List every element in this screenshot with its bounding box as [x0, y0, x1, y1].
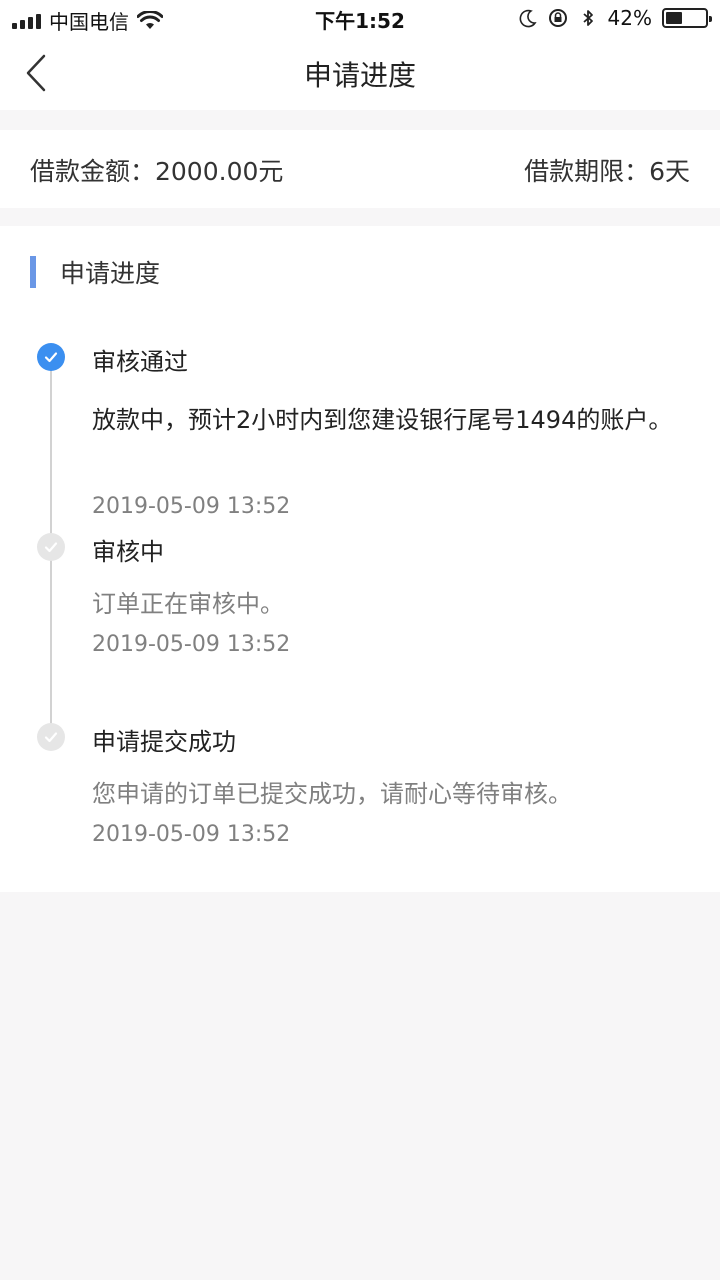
- section-title: 申请进度: [60, 259, 161, 288]
- check-icon: [44, 732, 58, 743]
- step-title: 审核中: [92, 538, 164, 566]
- check-icon: [44, 542, 58, 553]
- page-title: 申请进度: [303, 59, 416, 92]
- rotation-lock-icon: [548, 9, 567, 27]
- status-right: 42%: [518, 6, 712, 30]
- step-description: 放款中，预计2小时内到您建设银行尾号1494的账户。: [92, 406, 673, 434]
- step-title: 申请提交成功: [92, 728, 236, 756]
- battery-icon: [662, 8, 712, 28]
- bluetooth-icon: [582, 10, 593, 26]
- step-time: 2019-05-09 13:52: [92, 632, 291, 657]
- step-description: 您申请的订单已提交成功，请耐心等待审核。: [92, 780, 572, 808]
- moon-icon: [519, 9, 537, 28]
- battery-fill: [666, 12, 682, 24]
- step-status-icon: [37, 723, 65, 751]
- status-bar: 中国电信 下午1:52 42%: [0, 0, 720, 36]
- progress-section: 申请进度 审核通过 放款中，预计2小时内到您建设银行尾号1494的账户。 201…: [0, 226, 720, 892]
- step-status-icon: [37, 343, 65, 371]
- step-time: 2019-05-09 13:52: [92, 822, 291, 847]
- loan-amount: 借款金额：2000.00元: [30, 157, 284, 186]
- check-icon: [44, 352, 58, 363]
- step-description: 订单正在审核中。: [92, 590, 284, 618]
- section-accent-bar: [30, 256, 36, 288]
- step-time: 2019-05-09 13:52: [92, 494, 291, 519]
- step-status-icon: [37, 533, 65, 561]
- section-header: 申请进度: [30, 254, 160, 290]
- step-title: 审核通过: [92, 348, 188, 376]
- loan-summary: 借款金额：2000.00元 借款期限：6天: [0, 130, 720, 208]
- nav-bar: 申请进度: [0, 36, 720, 110]
- battery-percent: 42%: [607, 6, 652, 30]
- loan-term: 借款期限：6天: [524, 157, 690, 186]
